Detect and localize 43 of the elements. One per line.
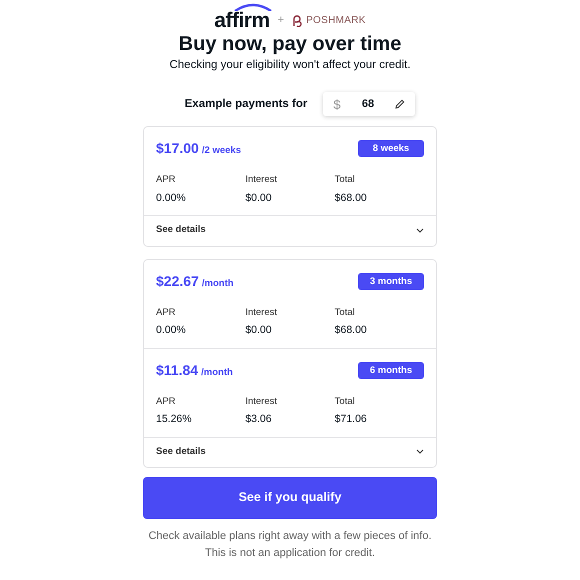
term-button[interactable]: 6 months [358, 362, 424, 378]
amount-label: Example payments for [184, 96, 308, 112]
stat-value: $68.00 [334, 190, 368, 206]
amount-field[interactable]: $ 68 [323, 92, 416, 116]
stat-label: Total [334, 306, 356, 320]
partner-name: POSHMARK [306, 14, 366, 28]
stat-label: APR [156, 306, 177, 320]
partner-logo-icon [292, 14, 302, 26]
pencil-icon[interactable] [395, 99, 406, 110]
stat-value: $0.00 [245, 190, 273, 206]
stat-label: Interest [245, 306, 278, 320]
price-text: $11.84 /month [156, 360, 233, 380]
footer-note: This is not an application for credit. [204, 546, 376, 561]
see-details-toggle[interactable]: See details [144, 216, 436, 246]
page-title: Buy now, pay over time [178, 33, 402, 56]
amount-value: 68 [362, 97, 374, 112]
stat-label: APR [156, 394, 177, 408]
stat-value: $71.06 [334, 412, 368, 427]
stat-value: $3.06 [245, 412, 273, 427]
stat-value: $68.00 [334, 322, 368, 338]
stat-label: Total [334, 173, 356, 188]
stat-value: 15.26% [156, 412, 193, 427]
stat-value: 0.00% [156, 322, 187, 338]
currency-symbol: $ [333, 96, 341, 114]
chevron-down-icon [416, 449, 424, 454]
brand-logo: affirm [214, 10, 270, 31]
term-button[interactable]: 3 months [358, 272, 424, 290]
qualify-button[interactable]: See if you qualify [143, 476, 437, 519]
subtitle: Checking your eligibility won't affect your credit. [168, 58, 412, 73]
footer-note: Check available plans right away with a few pieces of info. [147, 528, 433, 544]
price-text: $17.00 /2 weeks [156, 139, 241, 158]
plus-sign: + [278, 13, 284, 28]
stat-label: Interest [245, 394, 278, 408]
stat-value: $0.00 [245, 322, 273, 338]
chevron-down-icon [416, 228, 424, 233]
term-button[interactable]: 8 weeks [358, 140, 424, 158]
see-details-toggle[interactable]: See details [144, 438, 436, 467]
arc-icon [232, 3, 273, 11]
price-text: $22.67 /month [156, 272, 234, 290]
stat-value: 0.00% [156, 190, 187, 206]
stat-label: Interest [245, 173, 278, 188]
stat-label: APR [156, 173, 177, 188]
stat-label: Total [334, 394, 356, 408]
